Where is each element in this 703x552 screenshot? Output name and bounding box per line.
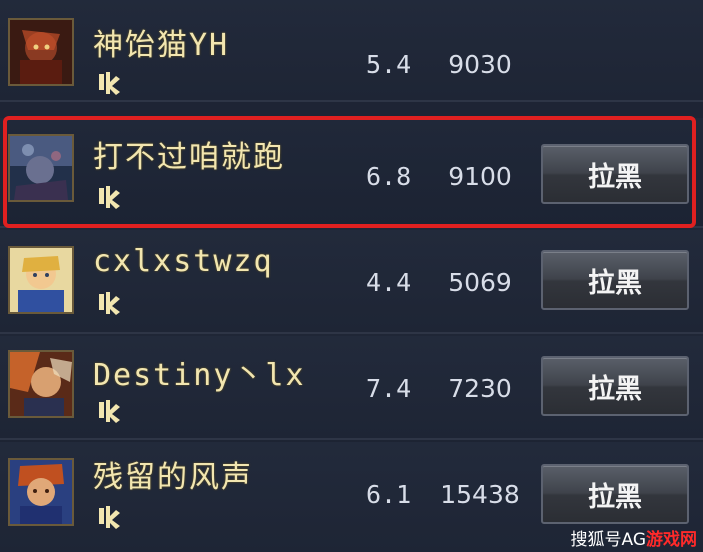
player-name[interactable]: 打不过咱就跑 [93, 132, 285, 176]
player-power: 9030 [448, 50, 512, 79]
player-power: 9100 [448, 162, 512, 191]
player-row: cxlxstwzq 4.4 5069 拉黑 [0, 230, 703, 334]
player-name[interactable]: 残留的风声 [93, 452, 253, 496]
player-score: 5.4 [366, 50, 412, 79]
player-score: 6.1 [366, 480, 412, 509]
player-power: 15438 [440, 480, 520, 509]
block-button[interactable]: 拉黑 [541, 250, 689, 310]
player-power: 7230 [448, 374, 512, 403]
hero-avatar-icon [8, 458, 74, 526]
block-button[interactable]: 拉黑 [541, 464, 689, 524]
hero-avatar-icon [8, 18, 74, 86]
player-score: 7.4 [366, 374, 412, 403]
rank-badge-icon [99, 72, 120, 95]
rank-badge-icon [99, 400, 120, 423]
hero-avatar-icon [8, 350, 74, 418]
player-name[interactable]: Destiny丶lx [93, 350, 306, 394]
rank-badge-icon [99, 292, 120, 315]
block-button[interactable]: 拉黑 [541, 144, 689, 204]
player-list-screen: 神饴猫YH 5.4 9030 打不过咱就跑 6.8 9100 拉黑 cxlxst… [0, 0, 703, 552]
rank-badge-icon [99, 186, 120, 209]
hero-avatar-icon [8, 134, 74, 202]
watermark: 搜狐号AG游戏网 [570, 525, 697, 550]
player-score: 6.8 [366, 162, 412, 191]
watermark-middle: AG [621, 530, 646, 550]
player-row: 打不过咱就跑 6.8 9100 拉黑 [0, 118, 703, 228]
watermark-suffix: 游戏网 [646, 530, 697, 550]
hero-avatar-icon [8, 246, 74, 314]
player-power: 5069 [448, 268, 512, 297]
watermark-prefix: 搜狐号 [570, 530, 622, 550]
block-button[interactable]: 拉黑 [541, 356, 689, 416]
player-name[interactable]: 神饴猫YH [93, 20, 229, 64]
player-score: 4.4 [366, 268, 412, 297]
rank-badge-icon [99, 506, 120, 529]
player-row: 神饴猫YH 5.4 9030 [0, 0, 703, 102]
player-row: Destiny丶lx 7.4 7230 拉黑 [0, 336, 703, 440]
player-name[interactable]: cxlxstwzq [93, 244, 274, 279]
